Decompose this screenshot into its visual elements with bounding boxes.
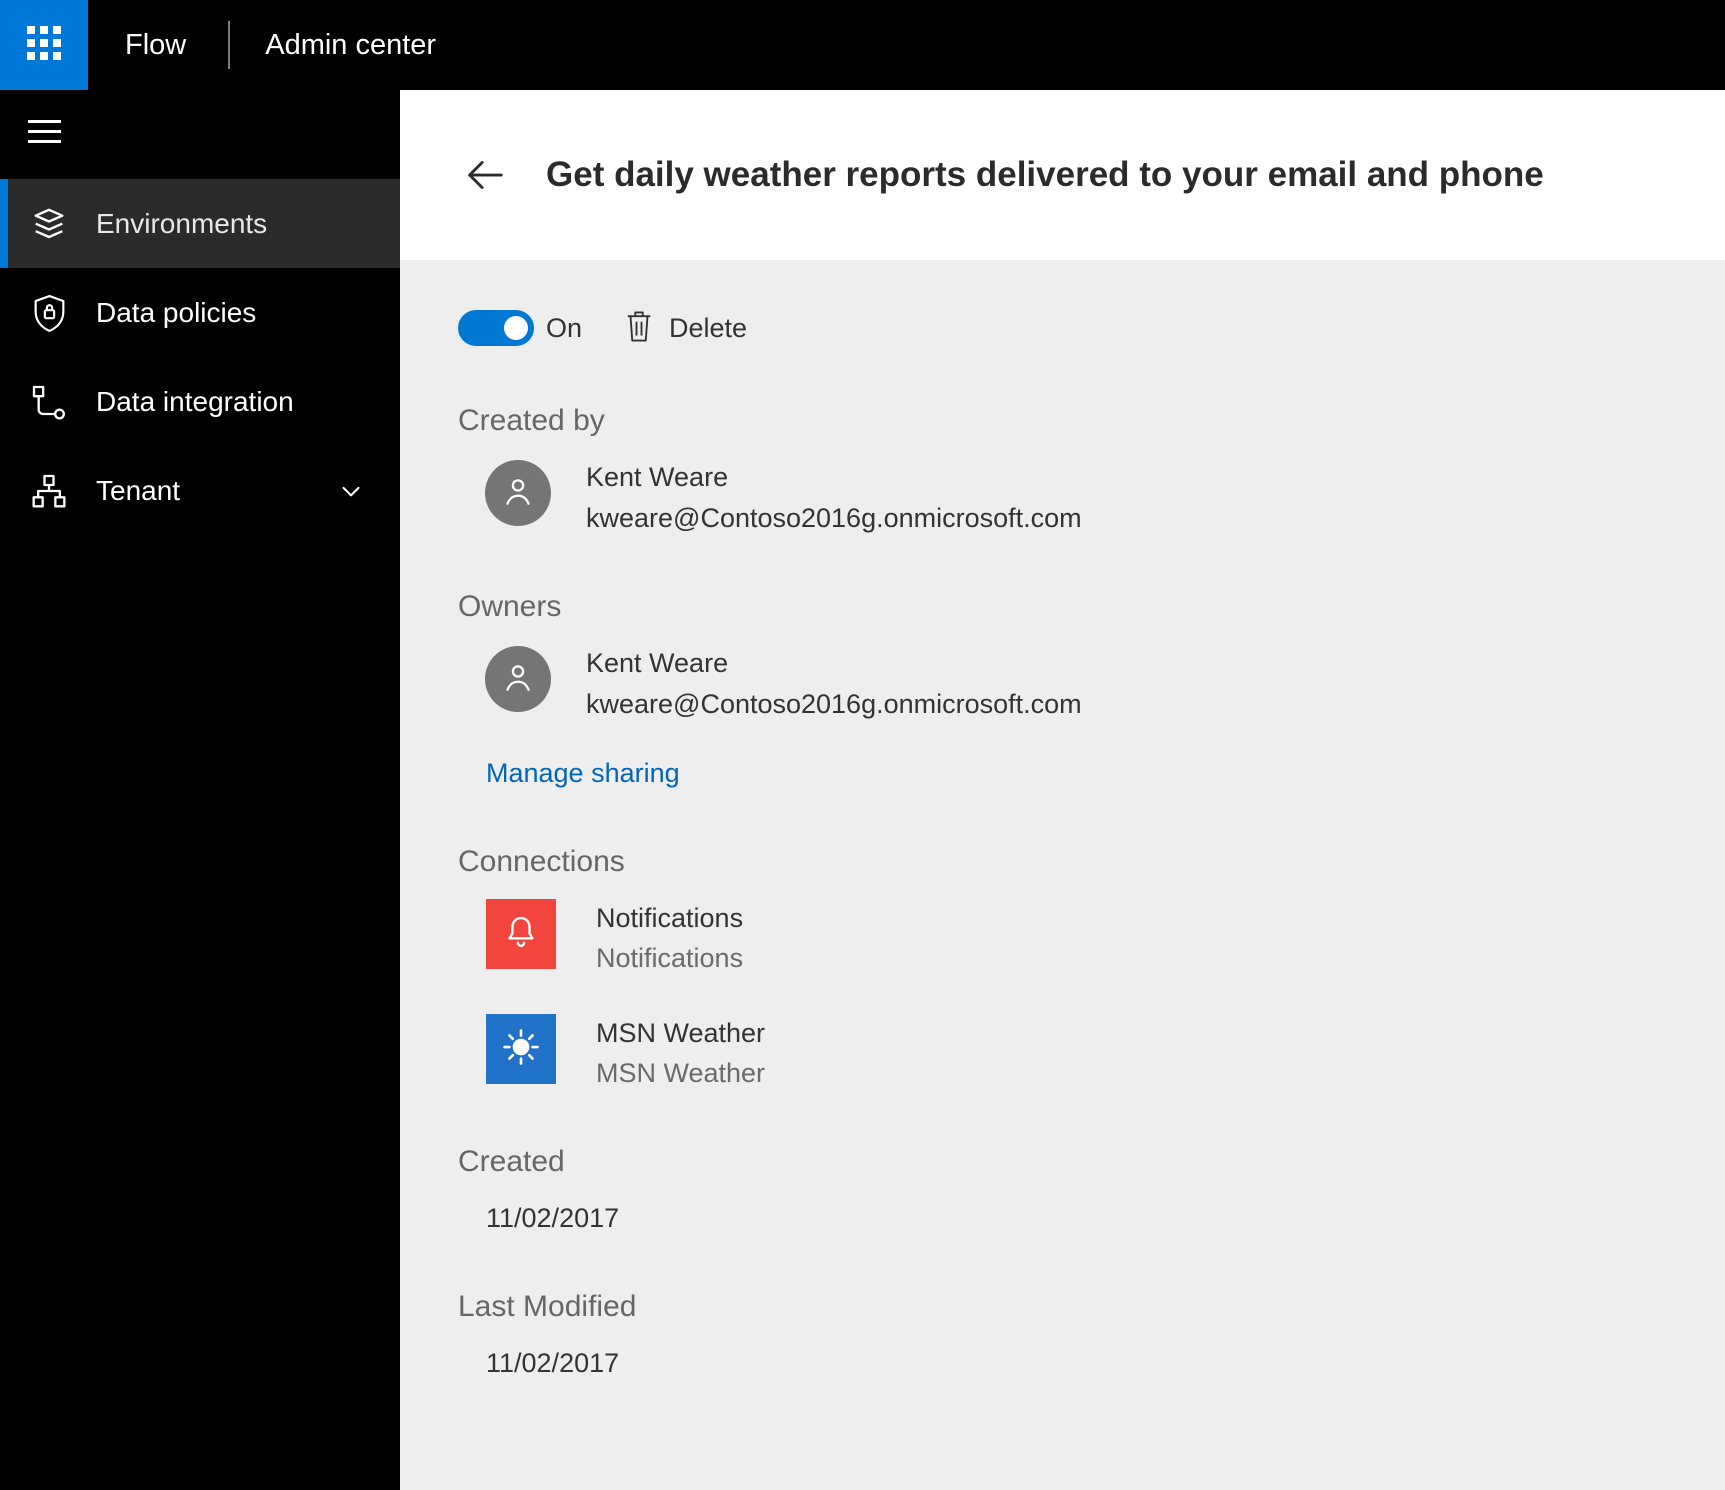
connection-name: MSN Weather [596,1018,766,1048]
msn-weather-tile [486,1014,556,1084]
owners-heading: Owners [458,590,562,623]
sidebar-item-label: Tenant [96,474,181,506]
connection-item-notifications: Notifications Notifications [486,899,1685,974]
owner-email: kweare@Contoso2016g.onmicrosoft.com [586,689,1082,719]
brand-link[interactable]: Flow [125,29,186,62]
created-by-person: Kent Weare kweare@Contoso2016g.onmicroso… [485,460,1685,534]
connection-type: Notifications [596,943,744,973]
admin-center-label: Admin center [265,28,437,61]
sidebar-item-label: Environments [96,207,268,239]
topbar-divider [228,21,231,69]
connection-name: Notifications [596,903,744,933]
creator-email: kweare@Contoso2016g.onmicrosoft.com [586,503,1082,533]
delete-label: Delete [669,312,748,343]
connection-type: MSN Weather [596,1058,766,1088]
app-launcher-button[interactable] [0,0,88,90]
page-title: Get daily weather reports delivered to y… [546,155,1544,194]
connection-item-msn-weather: MSN Weather MSN Weather [486,1014,1685,1089]
sidebar-item-tenant[interactable]: Tenant [0,446,400,535]
sidebar-item-label: Data policies [96,296,257,328]
shield-lock-icon [28,292,70,334]
back-arrow-icon [462,161,508,202]
flow-details: On Delete Created by Kent Weare kweare@C… [400,260,1725,1379]
connections-heading: Connections [458,845,625,878]
integration-icon [28,381,70,423]
avatar [485,646,551,712]
toolbar: On Delete [458,308,1685,348]
sidebar-item-data-integration[interactable]: Data integration [0,357,400,446]
sidebar-item-environments[interactable]: Environments [0,179,400,268]
toggle-state-label: On [546,312,583,343]
delete-button[interactable]: Delete [624,308,747,348]
creator-name: Kent Weare [586,462,729,492]
manage-sharing-link[interactable]: Manage sharing [486,758,680,789]
back-button[interactable] [462,152,508,198]
top-bar: Flow Admin center [0,0,1725,90]
created-by-heading: Created by [458,404,605,437]
created-date: 11/02/2017 [486,1203,620,1233]
app-launcher-icon [25,24,63,67]
hamburger-menu-button[interactable] [28,120,61,143]
toggle-knob [504,316,528,340]
layers-icon [28,203,70,245]
person-icon [500,659,536,700]
page-header: Get daily weather reports delivered to y… [400,90,1725,260]
avatar [485,460,551,526]
sidebar-item-label: Data integration [96,385,294,417]
sidebar: Environments Data policies Data integrat… [0,90,400,1490]
created-heading: Created [458,1145,565,1178]
flow-on-off-toggle[interactable] [458,310,534,346]
main-panel: Get daily weather reports delivered to y… [400,90,1725,1490]
last-modified-heading: Last Modified [458,1290,637,1323]
chevron-down-icon[interactable] [336,476,366,506]
bell-icon [502,913,540,956]
trash-icon [624,308,654,348]
notifications-tile [486,899,556,969]
sidebar-item-data-policies[interactable]: Data policies [0,268,400,357]
last-modified-date: 11/02/2017 [486,1348,620,1378]
org-chart-icon [28,470,70,512]
person-icon [500,473,536,514]
owner-name: Kent Weare [586,648,729,678]
sun-icon [500,1026,542,1073]
hamburger-icon [28,120,61,123]
owner-person: Kent Weare kweare@Contoso2016g.onmicroso… [485,646,1685,720]
sidebar-nav: Environments Data policies Data integrat… [0,179,400,535]
